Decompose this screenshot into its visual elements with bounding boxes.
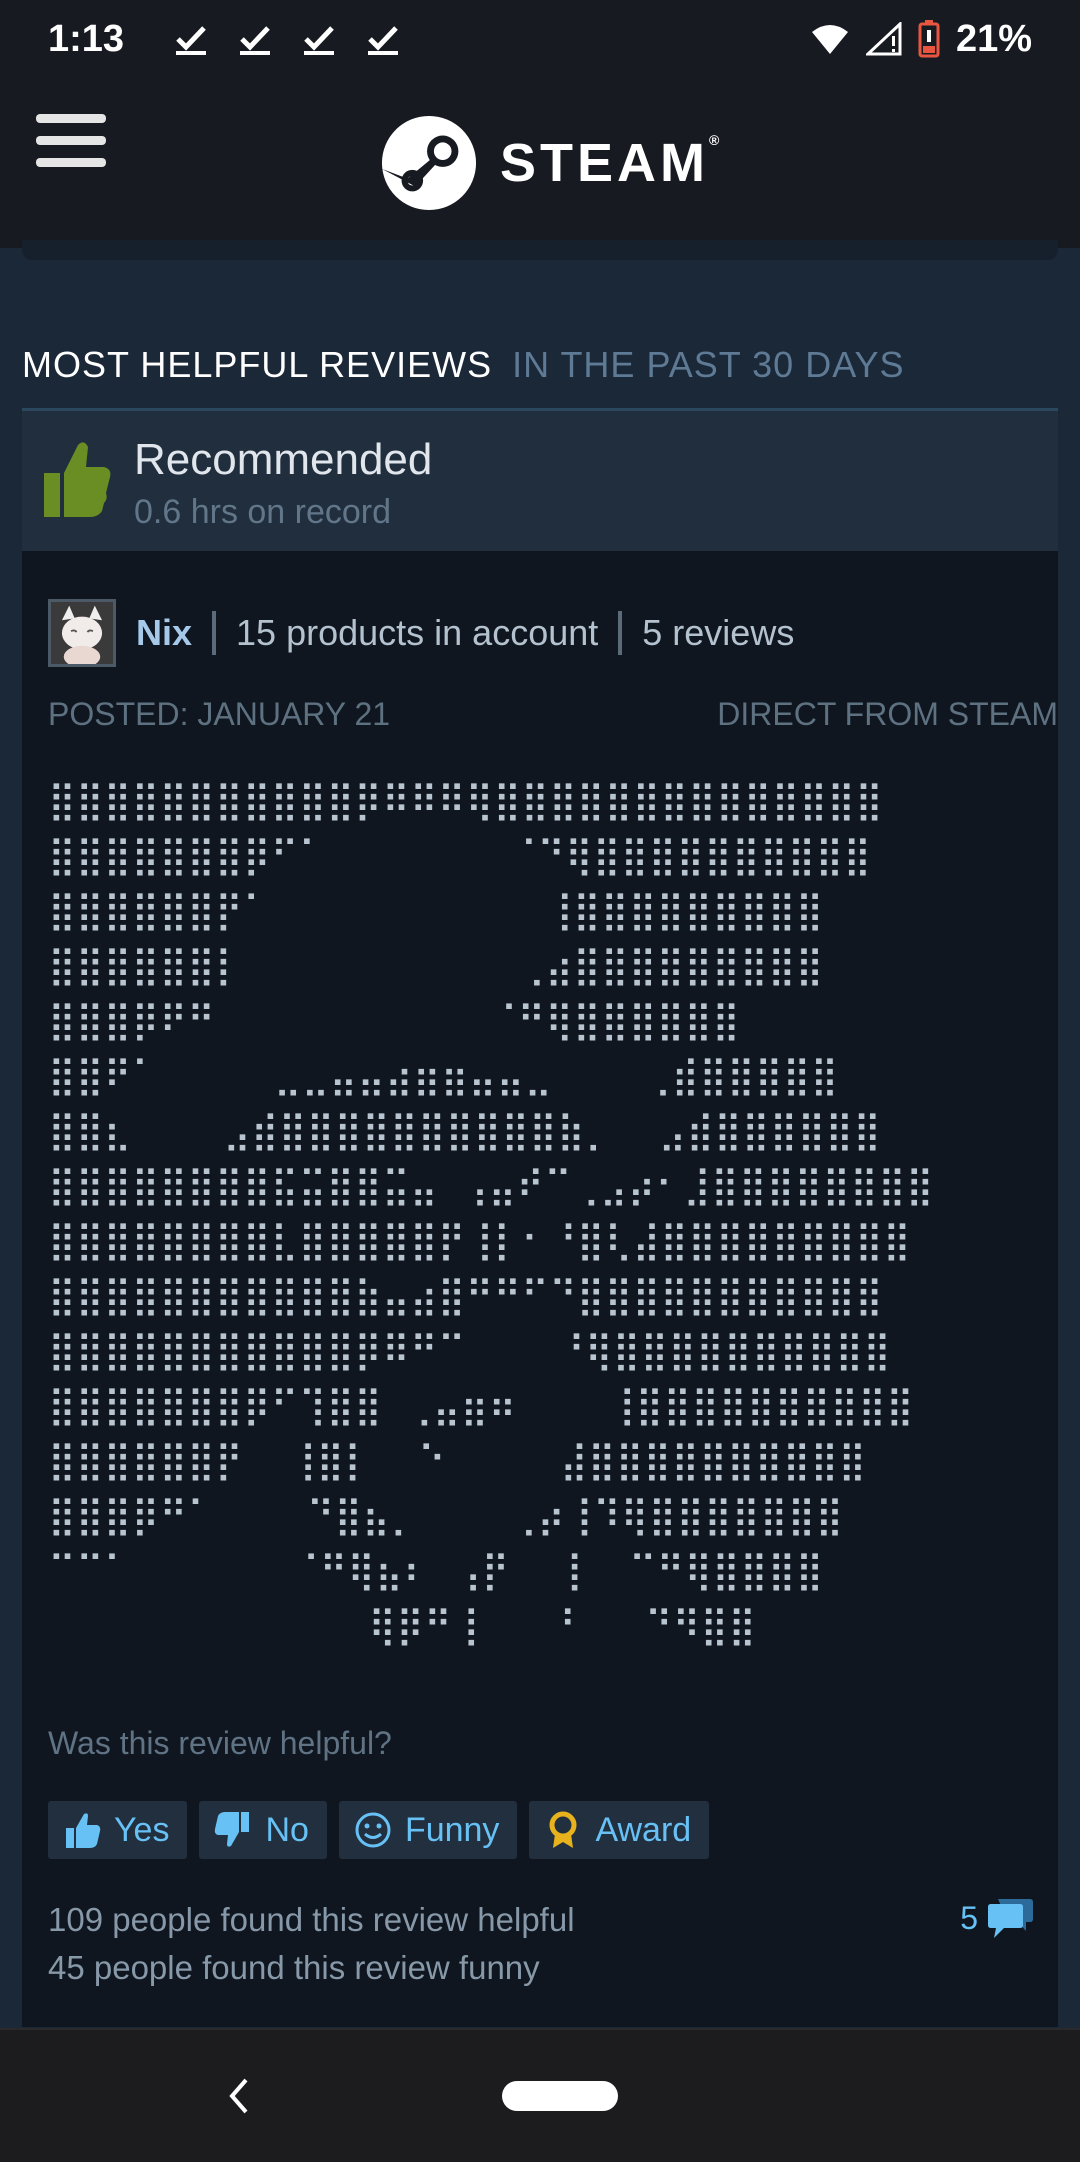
thumb-up-icon (66, 1813, 101, 1848)
signal-icon (865, 22, 902, 56)
author-name[interactable]: Nix (136, 612, 192, 654)
review-text-ascii-art: ⣿⣿⣿⣿⣿⣿⣿⣿⣿⣿⣿⡿⠿⠿⠿⢿⣿⣿⣿⣿⣿⣿⣿⣿⣿⣿⣿⣿⣿⣿ ⣿⣿⣿⣿⣿⣿⣿⡿⠋… (48, 778, 934, 1647)
award-icon (549, 1811, 577, 1848)
avatar[interactable] (48, 599, 116, 667)
comments-link[interactable]: 5 (960, 1895, 1034, 1941)
funny-label: Funny (404, 1810, 500, 1849)
steam-logo-text: STEAM® (500, 132, 720, 193)
section-subtitle: IN THE PAST 30 DAYS (512, 344, 905, 385)
separator (212, 611, 217, 655)
thumb-up-icon (44, 442, 111, 517)
status-right: 21% (810, 18, 1032, 61)
section-title: MOST HELPFUL REVIEWS (22, 344, 493, 385)
system-nav-bar (0, 2028, 1080, 2162)
separator (618, 611, 623, 655)
status-bar: 1:13 21% (0, 0, 1080, 78)
check-icon (368, 26, 399, 55)
purchase-source: DIRECT FROM STEAM (717, 696, 1058, 732)
products-in-account: 15 products in account (236, 612, 599, 653)
vote-buttons: Yes No Funny Award (48, 1801, 710, 1859)
steam-logo-icon (381, 115, 477, 211)
posted-date: POSTED: JANUARY 21 (48, 696, 391, 732)
award-label: Award (595, 1810, 692, 1849)
status-left: 1:13 (48, 18, 400, 61)
recommendation-header[interactable]: Recommended 0.6 hrs on record (22, 411, 1058, 551)
comment-icon (988, 1899, 1033, 1938)
section-heading: MOST HELPFUL REVIEWS IN THE PAST 30 DAYS (22, 344, 1058, 386)
recommendation-title: Recommended (134, 435, 433, 484)
battery-percent: 21% (955, 17, 1032, 60)
funny-count: 45 people found this review funny (48, 1949, 540, 1986)
no-label: No (265, 1810, 309, 1849)
thumb-down-icon (215, 1812, 250, 1847)
reviews-count[interactable]: 5 reviews (642, 612, 794, 654)
no-button[interactable]: No (199, 1801, 327, 1859)
funny-button[interactable]: Funny (338, 1801, 518, 1859)
comment-count: 5 (960, 1899, 978, 1936)
back-icon[interactable] (222, 2076, 256, 2116)
hours-on-record: 0.6 hrs on record (134, 493, 392, 531)
author-row: Nix 15 products in account 5 reviews (48, 597, 794, 669)
award-button[interactable]: Award (529, 1801, 710, 1859)
check-icon (240, 26, 271, 55)
check-icon (304, 26, 335, 55)
posted-row: POSTED: JANUARY 21 DIRECT FROM STEAM (48, 696, 1058, 733)
helpful-question: Was this review helpful? (48, 1725, 392, 1761)
hamburger-menu-icon[interactable] (36, 114, 106, 174)
yes-label: Yes (114, 1810, 170, 1849)
yes-button[interactable]: Yes (48, 1801, 188, 1859)
status-time: 1:13 (48, 17, 125, 60)
smiley-icon (355, 1812, 391, 1848)
wifi-icon (811, 25, 848, 54)
helpful-count: 109 people found this review helpful (48, 1901, 575, 1938)
previous-card-edge (22, 240, 1058, 260)
review-card: Recommended 0.6 hrs on record Nix 15 pro… (22, 411, 1058, 2027)
check-icon (176, 26, 207, 55)
steam-logo[interactable]: STEAM® (380, 114, 719, 212)
home-pill[interactable] (502, 2081, 618, 2111)
app-header: STEAM® (0, 78, 1080, 248)
battery-icon (918, 20, 940, 58)
